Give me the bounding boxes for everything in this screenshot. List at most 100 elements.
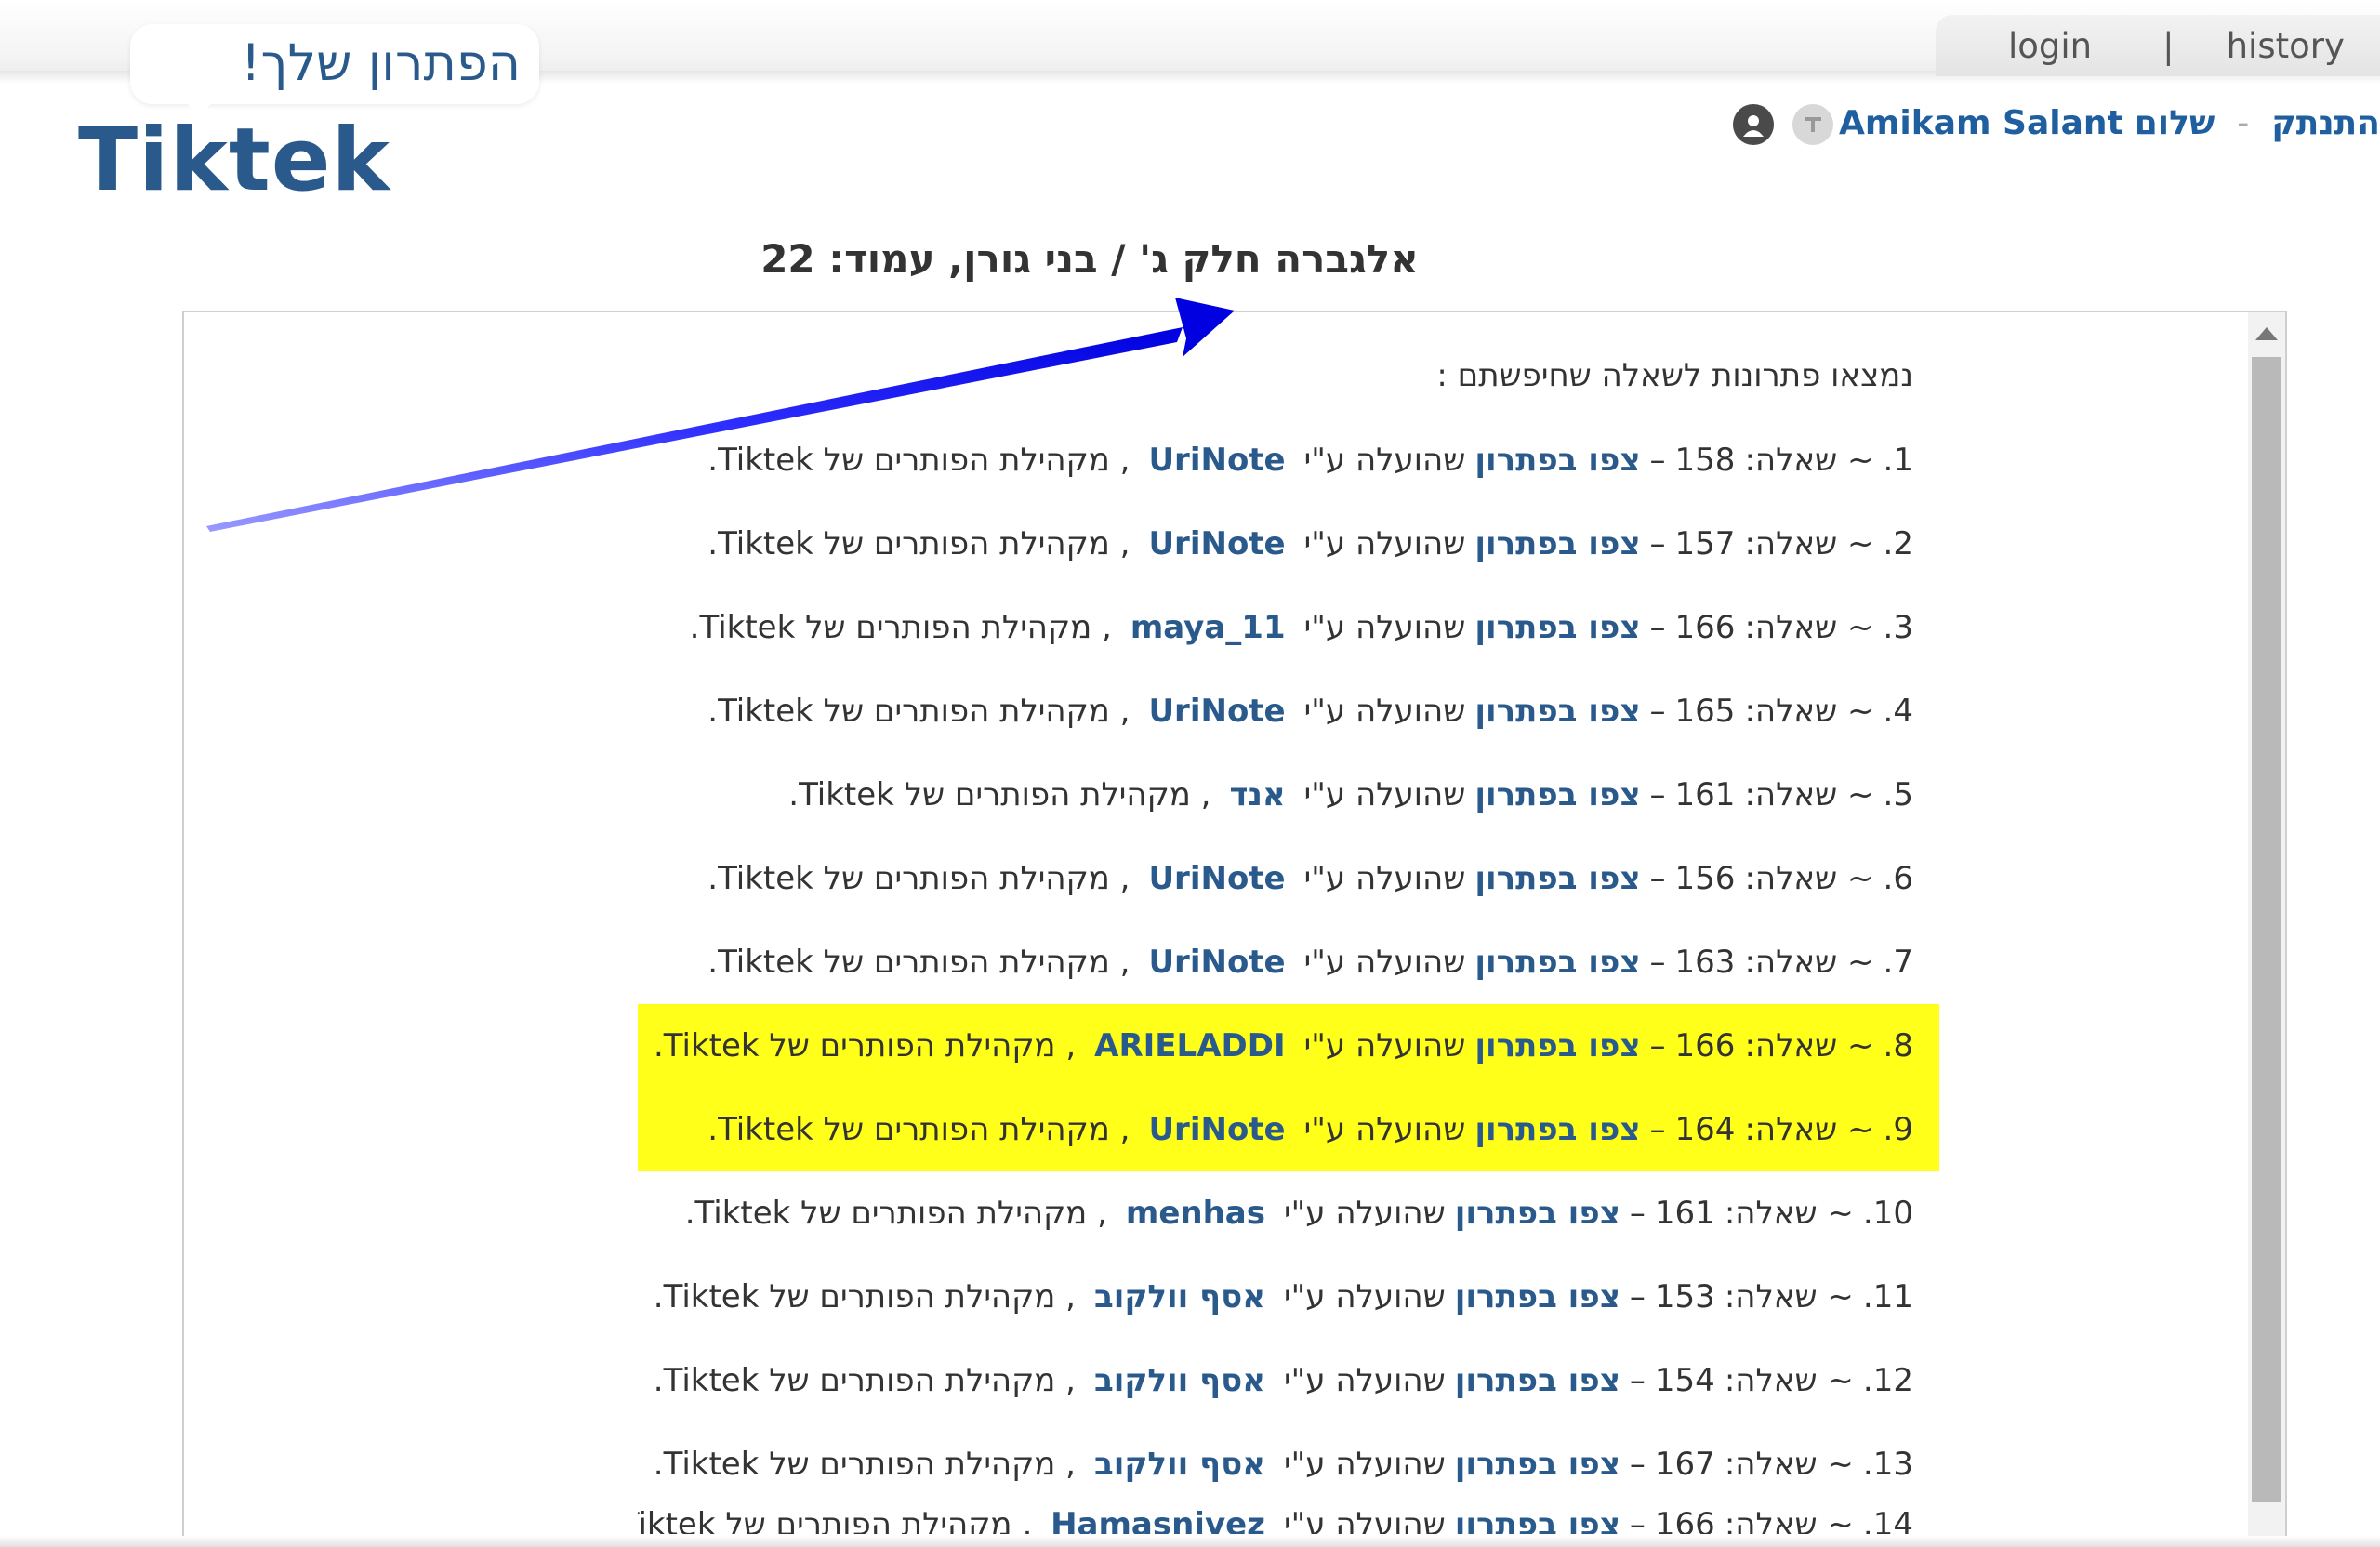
- result-row: 2. ~ שאלה: 157– צפו בפתרון שהועלה ע"י UriNote…: [638, 502, 1939, 586]
- uploader-link[interactable]: UriNote: [1148, 442, 1285, 479]
- view-solution-link[interactable]: צפו בפתרון: [1474, 1111, 1640, 1148]
- uploader-link[interactable]: אנד: [1229, 776, 1285, 813]
- question-number: 165: [1674, 693, 1736, 730]
- view-solution-link[interactable]: צפו בפתרון: [1474, 776, 1640, 813]
- row-number: 13.: [1862, 1446, 1913, 1483]
- question-number: 167: [1654, 1446, 1715, 1483]
- results-panel: נמצאו פתרונות לשאלה שחיפשתם : 1. ~ שאלה: 1…: [182, 311, 2287, 1547]
- result-row: 10. ~ שאלה: 161– צפו בפתרון שהועלה ע"י menhas…: [638, 1171, 1939, 1255]
- uploader-link[interactable]: UriNote: [1148, 1111, 1285, 1148]
- question-number: 157: [1674, 525, 1736, 562]
- community-text: , מקהילת הפותרים של Tiktek.: [638, 1506, 1033, 1534]
- login-link[interactable]: login: [1936, 26, 2092, 66]
- row-number: 2.: [1883, 525, 1913, 562]
- result-row: 3. ~ שאלה: 166– צפו בפתרון שהועלה ע"י maya_11…: [638, 586, 1939, 669]
- uploader-link[interactable]: ARIELADDI: [1094, 1027, 1285, 1064]
- page-title: אלגברה חלק ג' / בני גורן, עמוד: 22: [0, 236, 2380, 282]
- user-name[interactable]: Amikam Salant: [1839, 104, 2123, 142]
- row-number: 10.: [1862, 1195, 1913, 1232]
- community-text: , מקהילת הפותרים של Tiktek.: [689, 609, 1112, 646]
- view-solution-link[interactable]: צפו בפתרון: [1474, 1027, 1640, 1064]
- question-label: ~ שאלה:: [1744, 609, 1874, 646]
- dash: –: [1649, 1111, 1666, 1148]
- question-label: ~ שאלה:: [1744, 860, 1874, 897]
- question-label: ~ שאלה:: [1744, 1111, 1874, 1148]
- community-text: , מקהילת הפותרים של Tiktek.: [707, 693, 1130, 730]
- dash: –: [1649, 442, 1666, 479]
- view-solution-link[interactable]: צפו בפתרון: [1474, 944, 1640, 981]
- view-solution-link[interactable]: צפו בפתרון: [1474, 525, 1640, 562]
- uploader-link[interactable]: UriNote: [1148, 860, 1285, 897]
- uploader-link[interactable]: UriNote: [1148, 944, 1285, 981]
- tab-separator: |: [2162, 25, 2175, 66]
- bottom-shadow: [0, 1536, 2380, 1547]
- dash: –: [1629, 1278, 1646, 1316]
- uploaded-by-label: שהועלה ע"י: [1283, 1362, 1446, 1399]
- question-number: 161: [1654, 1195, 1715, 1232]
- view-solution-link[interactable]: צפו בפתרון: [1474, 609, 1640, 646]
- row-number: 11.: [1862, 1278, 1913, 1316]
- view-solution-link[interactable]: צפו בפתרון: [1474, 860, 1640, 897]
- scroll-thumb[interactable]: [2252, 357, 2281, 1502]
- uploaded-by-label: שהועלה ע"י: [1303, 944, 1466, 981]
- community-text: , מקהילת הפותרים של Tiktek.: [684, 1195, 1107, 1232]
- question-label: ~ שאלה:: [1744, 525, 1874, 562]
- history-link[interactable]: history: [2175, 26, 2345, 66]
- view-solution-link[interactable]: צפו בפתרון: [1455, 1506, 1620, 1534]
- view-solution-link[interactable]: צפו בפתרון: [1455, 1195, 1620, 1232]
- community-text: , מקהילת הפותרים של Tiktek.: [707, 525, 1130, 562]
- dash: –: [1649, 693, 1666, 730]
- question-label: ~ שאלה:: [1724, 1195, 1854, 1232]
- dash: –: [1649, 525, 1666, 562]
- uploader-link[interactable]: maya_11: [1130, 609, 1286, 646]
- row-number: 4.: [1883, 693, 1913, 730]
- scrollbar[interactable]: [2248, 312, 2285, 1547]
- question-label: ~ שאלה:: [1724, 1278, 1854, 1316]
- user-separator: -: [2237, 103, 2250, 142]
- uploader-link[interactable]: אסף וולקוב: [1094, 1446, 1265, 1483]
- dash: –: [1649, 860, 1666, 897]
- uploader-link[interactable]: אסף וולקוב: [1094, 1362, 1265, 1399]
- result-row: 8. ~ שאלה: 166– צפו בפתרון שהועלה ע"י ARIELAD…: [638, 1004, 1939, 1088]
- greeting: שלום: [2134, 103, 2215, 142]
- community-text: , מקהילת הפותרים של Tiktek.: [653, 1027, 1077, 1064]
- uploaded-by-label: שהועלה ע"י: [1283, 1506, 1446, 1534]
- user-line: התנתק - שלום Amikam Salant: [1839, 100, 2380, 145]
- dash: –: [1649, 609, 1666, 646]
- question-label: ~ שאלה:: [1724, 1506, 1854, 1534]
- uploader-link[interactable]: UriNote: [1148, 525, 1285, 562]
- question-label: ~ שאלה:: [1744, 693, 1874, 730]
- page-title-text: אלגברה חלק ג' / בני גורן, עמוד: 22: [760, 236, 1419, 282]
- row-number: 12.: [1862, 1362, 1913, 1399]
- uploader-link[interactable]: UriNote: [1148, 693, 1285, 730]
- uploaded-by-label: שהועלה ע"י: [1303, 1111, 1466, 1148]
- view-solution-link[interactable]: צפו בפתרון: [1455, 1362, 1620, 1399]
- t-icon[interactable]: [1792, 104, 1833, 145]
- disconnect-link[interactable]: התנתק: [2271, 104, 2380, 142]
- community-text: , מקהילת הפותרים של Tiktek.: [788, 776, 1211, 813]
- community-text: , מקהילת הפותרים של Tiktek.: [653, 1278, 1076, 1316]
- dash: –: [1629, 1506, 1646, 1534]
- view-solution-link[interactable]: צפו בפתרון: [1474, 442, 1640, 479]
- view-solution-link[interactable]: צפו בפתרון: [1455, 1446, 1620, 1483]
- row-number: 5.: [1883, 776, 1913, 813]
- row-number: 14.: [1862, 1506, 1913, 1534]
- question-number: 164: [1674, 1111, 1736, 1148]
- view-solution-link[interactable]: צפו בפתרון: [1474, 693, 1640, 730]
- view-solution-link[interactable]: צפו בפתרון: [1455, 1278, 1620, 1316]
- uploaded-by-label: שהועלה ע"י: [1283, 1446, 1446, 1483]
- uploaded-by-label: שהועלה ע"י: [1303, 525, 1466, 562]
- uploader-link[interactable]: Hamasnivez: [1051, 1506, 1265, 1534]
- result-row: 11. ~ שאלה: 153– צפו בפתרון שהועלה ע"י אסף וו…: [638, 1255, 1939, 1339]
- row-number: 7.: [1883, 944, 1913, 981]
- uploaded-by-label: שהועלה ע"י: [1283, 1278, 1446, 1316]
- user-icon[interactable]: [1733, 104, 1774, 145]
- result-row: 9. ~ שאלה: 164– צפו בפתרון שהועלה ע"י UriNote…: [638, 1088, 1939, 1171]
- uploaded-by-label: שהועלה ע"י: [1303, 860, 1466, 897]
- dash: –: [1649, 1027, 1666, 1064]
- uploader-link[interactable]: menhas: [1126, 1195, 1265, 1232]
- result-row: 1. ~ שאלה: 158– צפו בפתרון שהועלה ע"י UriNote…: [638, 418, 1939, 502]
- question-number: 166: [1674, 1027, 1736, 1064]
- scroll-up-arrow-icon[interactable]: [2255, 327, 2278, 340]
- uploader-link[interactable]: אסף וולקוב: [1094, 1278, 1265, 1316]
